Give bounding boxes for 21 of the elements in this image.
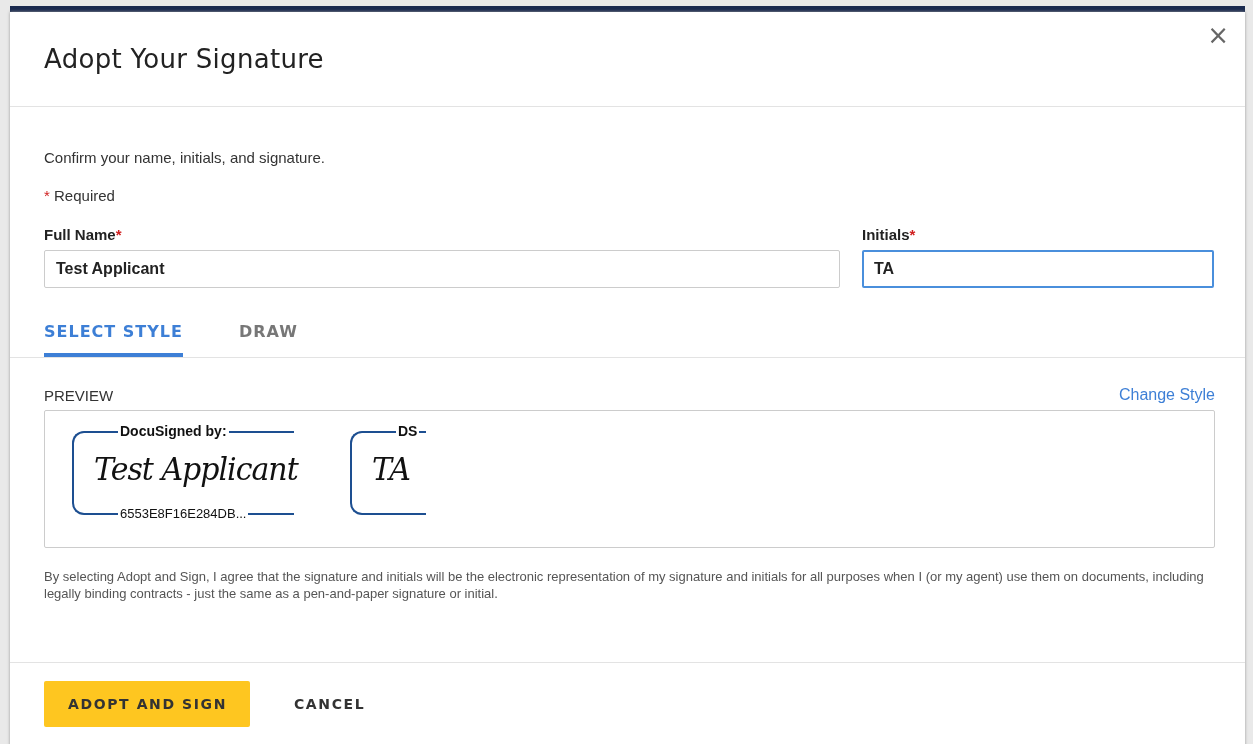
stamp-header: DocuSigned by: [118, 423, 229, 439]
handwritten-initials: TA [372, 450, 411, 487]
instruction-text: Confirm your name, initials, and signature. [44, 149, 326, 166]
close-button[interactable]: × [1203, 22, 1233, 48]
preview-label: PREVIEW [44, 387, 114, 404]
handwritten-signature: Test Applicant [94, 450, 298, 487]
dialog-title: Adopt Your Signature [44, 44, 324, 74]
stamp-header: DS [396, 423, 420, 439]
change-style-link[interactable]: Change Style [1118, 386, 1215, 404]
full-name-field[interactable]: Test Applicant [44, 250, 840, 288]
style-tab[interactable]: DRAW [238, 314, 298, 357]
required-asterisk: * [115, 226, 122, 243]
required-note: Required [54, 187, 115, 204]
adopt-and-sign-button[interactable]: ADOPT AND SIGN [44, 681, 250, 727]
initials-field[interactable]: TA [862, 250, 1214, 288]
field-label: Initials [862, 226, 910, 243]
required-asterisk: * [909, 226, 916, 243]
disclaimer-text: By selecting Adopt and Sign, I agree that the signature and initials will be the electronic representation of my signature and initials for all purposes when I (or my agent) use them on documents, including legally binding contracts - just the same as a pen-and-paper signature or initial. [44, 568, 1205, 602]
required-asterisk: * [44, 187, 50, 204]
cancel-button[interactable]: CANCEL [270, 681, 390, 727]
field-label: Full Name [44, 226, 116, 243]
